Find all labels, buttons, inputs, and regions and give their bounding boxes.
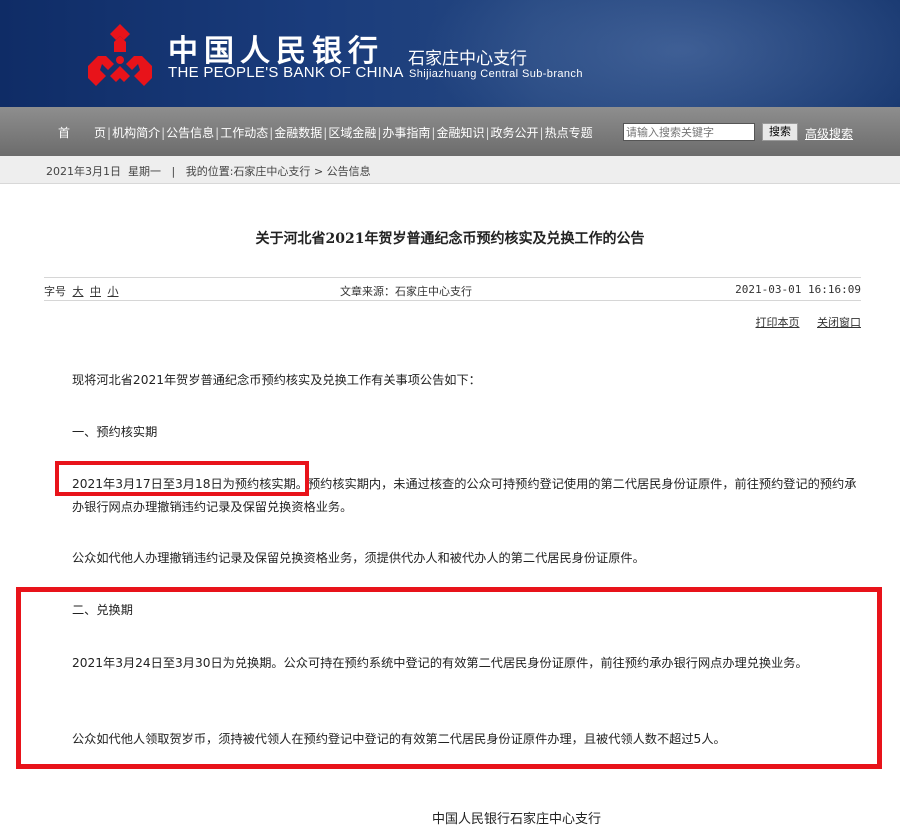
nav-divider: |	[377, 125, 382, 140]
article-meta: 字号 大 中 小 文章来源：石家庄中心支行 2021-03-01 16:16:0…	[44, 277, 861, 301]
main-nav: 首 页 | 机构简介 | 公告信息 | 工作动态 | 金融数据 | 区域金融 |…	[0, 107, 900, 156]
breadcrumb-bar: 2021年3月1日 星期一 | 我的位置:石家庄中心支行 > 公告信息	[0, 156, 900, 184]
breadcrumb-arrow-icon: >	[313, 165, 324, 178]
nav-item-work-news[interactable]: 工作动态	[220, 124, 268, 141]
article-tools: 打印本页 关闭窗口	[742, 314, 862, 330]
nav-item-about[interactable]: 机构简介	[112, 124, 160, 141]
article-title: 关于河北省2021年贺岁普通纪念币预约核实及兑换工作的公告	[255, 231, 645, 247]
signature: 中国人民银行石家庄中心支行	[432, 812, 602, 827]
font-size-small[interactable]: 小	[108, 285, 119, 298]
nav-divider: |	[269, 125, 274, 140]
highlight-box-exchange-section	[16, 587, 882, 769]
section-1-paragraph-2: 公众如代他人办理撤销违约记录及保留兑换资格业务，须提供代办人和被代办人的第二代居…	[72, 551, 645, 565]
font-size-label: 字号	[44, 285, 66, 298]
nav-item-financial-data[interactable]: 金融数据	[274, 124, 322, 141]
section-1-heading: 一、预约核实期	[72, 425, 158, 439]
nav-divider: |	[539, 125, 544, 140]
intro-paragraph: 现将河北省2021年贺岁普通纪念币预约核实及兑换工作有关事项公告如下：	[72, 373, 481, 387]
nav-item-gov-affairs[interactable]: 政务公开	[491, 124, 539, 141]
nav-items: 首 页 | 机构简介 | 公告信息 | 工作动态 | 金融数据 | 区域金融 |…	[58, 124, 593, 141]
nav-item-service-guide[interactable]: 办事指南	[382, 124, 430, 141]
nav-divider: |	[431, 125, 436, 140]
nav-item-financial-knowledge[interactable]: 金融知识	[436, 124, 484, 141]
breadcrumb: 2021年3月1日 星期一 | 我的位置:石家庄中心支行 > 公告信息	[46, 163, 371, 179]
nav-divider: |	[323, 125, 328, 140]
article-date: 2021-03-01 16:16:09	[735, 283, 861, 296]
font-size-medium[interactable]: 中	[90, 285, 101, 298]
site-header: 中国人民银行 THE PEOPLE'S BANK OF CHINA 石家庄中心支…	[0, 0, 900, 107]
nav-item-hot-topics[interactable]: 热点专题	[545, 124, 593, 141]
close-window-link[interactable]: 关闭窗口	[817, 316, 861, 329]
search-input[interactable]	[623, 123, 755, 141]
search-button[interactable]: 搜索	[762, 123, 798, 141]
font-size-large[interactable]: 大	[73, 285, 84, 298]
current-weekday: 星期一	[128, 165, 161, 178]
breadcrumb-link-home[interactable]: 石家庄中心支行	[233, 165, 310, 178]
nav-item-announcements[interactable]: 公告信息	[166, 124, 214, 141]
current-date: 2021年3月1日	[46, 165, 121, 178]
print-link[interactable]: 打印本页	[756, 316, 800, 329]
nav-item-home[interactable]: 首 页	[58, 124, 106, 141]
branch-name-en: Shijiazhuang Central Sub-branch	[409, 68, 583, 80]
font-size-controls: 字号 大 中 小	[44, 283, 119, 299]
highlight-box-verification-date	[55, 461, 309, 496]
location-label: 我的位置:	[185, 165, 234, 178]
advanced-search-link[interactable]: 高级搜索	[805, 125, 853, 142]
nav-divider: |	[215, 125, 220, 140]
article-source: 文章来源：石家庄中心支行	[340, 285, 472, 298]
nav-divider: |	[107, 125, 112, 140]
breadcrumb-divider: |	[171, 165, 176, 178]
breadcrumb-link-announcements[interactable]: 公告信息	[327, 165, 371, 178]
nav-divider: |	[485, 125, 490, 140]
pboc-logo-icon[interactable]	[84, 22, 156, 88]
nav-item-regional-finance[interactable]: 区域金融	[328, 124, 376, 141]
branch-name-cn: 石家庄中心支行	[408, 49, 527, 69]
bank-name-en: THE PEOPLE'S BANK OF CHINA	[168, 64, 404, 81]
nav-divider: |	[161, 125, 166, 140]
